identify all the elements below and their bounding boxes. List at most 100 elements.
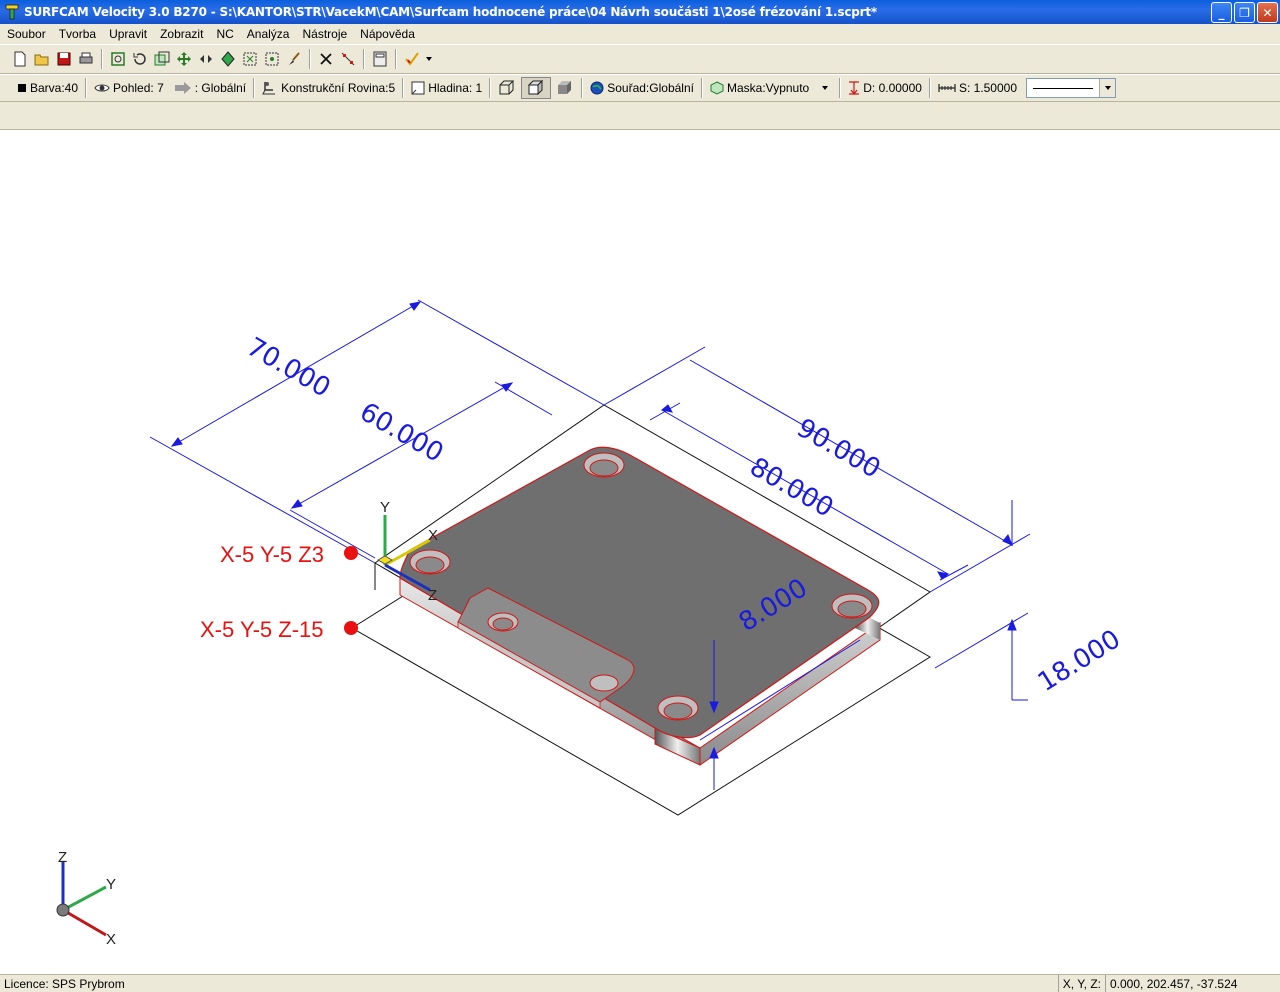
construction-plane-label: Konstrukční Rovina:5 <box>281 81 396 95</box>
cplane-selector[interactable]: : Globální <box>169 77 251 99</box>
construction-plane-selector[interactable]: Konstrukční Rovina:5 <box>257 77 400 99</box>
zoom-all-icon <box>111 52 125 66</box>
mask-selector[interactable]: Maska:Vypnuto <box>705 77 837 99</box>
surfcam-app-icon[interactable] <box>4 4 20 20</box>
line-style-dropdown[interactable] <box>1099 79 1116 97</box>
brush-icon <box>289 52 300 65</box>
zoom-out-button[interactable] <box>240 49 260 69</box>
cad-drawing[interactable]: 70.000 60.000 90.000 80.000 8.000 18.000… <box>0 130 1280 974</box>
zoom-all-button[interactable] <box>108 49 128 69</box>
dimension-18[interactable]: 18.000 <box>1033 624 1126 698</box>
standard-toolbar <box>0 44 1280 74</box>
printer-icon <box>79 52 93 64</box>
color-label: Barva:40 <box>30 81 79 95</box>
menu-create[interactable]: Tvorba <box>52 27 102 41</box>
point-marker-bottom[interactable] <box>344 621 358 635</box>
repaint-button[interactable] <box>284 49 304 69</box>
open-file-button[interactable] <box>32 49 52 69</box>
layer-selector[interactable]: Hladina: 1 <box>406 77 487 99</box>
calculator-icon <box>373 51 387 67</box>
rotate-view-button[interactable] <box>130 49 150 69</box>
fit-view-button[interactable] <box>262 49 282 69</box>
point-marker-top[interactable] <box>344 546 358 560</box>
new-file-button[interactable] <box>10 49 30 69</box>
part-axis-z-label: Z <box>428 587 437 604</box>
minimize-button[interactable]: _ <box>1211 2 1232 23</box>
fit-view-icon <box>265 52 279 66</box>
construction-plane-icon <box>262 82 276 95</box>
depth-field[interactable]: D: 0.00000 <box>843 77 927 99</box>
part-axis-y-label: Y <box>380 499 390 516</box>
status-toolbar: Barva:40 Pohled: 7 : Globální Konstrukčn… <box>0 74 1280 102</box>
menu-edit[interactable]: Upravit <box>102 27 153 41</box>
zoom-window-button[interactable] <box>152 49 172 69</box>
hidden-line-cube-icon <box>528 80 544 96</box>
color-swatch-icon <box>18 84 26 92</box>
dimension-70[interactable]: 70.000 <box>242 332 336 403</box>
arrow-right-icon <box>174 82 191 94</box>
hidden-line-mode-button[interactable] <box>521 77 552 99</box>
save-icon <box>57 52 71 66</box>
color-selector[interactable]: Barva:40 <box>12 77 83 99</box>
view-selector[interactable]: Pohled: 7 <box>89 77 169 99</box>
menu-help[interactable]: Nápověda <box>353 27 421 41</box>
graphics-viewport[interactable]: 70.000 60.000 90.000 80.000 8.000 18.000… <box>0 130 1280 974</box>
coordinates-selector[interactable]: Souřad:Globální <box>585 77 699 99</box>
chevron-down-icon <box>426 57 432 61</box>
trim-icon <box>341 52 355 66</box>
close-button[interactable]: ✕ <box>1257 2 1278 23</box>
verify-button[interactable] <box>402 49 422 69</box>
licence-text: Licence: SPS Prybrom <box>4 976 125 991</box>
restore-button[interactable]: ❐ <box>1234 2 1255 23</box>
menu-tools[interactable]: Nástroje <box>295 27 353 41</box>
rotate-icon <box>133 53 146 65</box>
line-style-select[interactable] <box>1026 78 1117 98</box>
coord-value: 0.000, 202.457, -37.524 <box>1105 974 1280 992</box>
shaded-mode-button[interactable] <box>551 77 579 99</box>
title-bar[interactable]: SURFCAM Velocity 3.0 B270 - S:\KANTOR\ST… <box>0 0 1280 24</box>
layer-icon <box>411 81 425 95</box>
dimension-90[interactable]: 90.000 <box>792 413 886 484</box>
zoom-previous-button[interactable] <box>196 49 216 69</box>
zoom-in-icon <box>221 51 235 67</box>
status-bar: Licence: SPS Prybrom X, Y, Z: 0.000, 202… <box>0 974 1280 992</box>
wireframe-mode-button[interactable] <box>493 77 521 99</box>
spacing-label: S: 1.50000 <box>958 81 1018 95</box>
menu-view[interactable]: Zobrazit <box>153 27 209 41</box>
coordinates-label: Souřad:Globální <box>607 81 694 95</box>
delete-button[interactable] <box>316 49 336 69</box>
world-axis-y-label: Y <box>106 876 116 893</box>
world-axis-triad: Z Y X <box>56 849 116 948</box>
surfcam-window: SURFCAM Velocity 3.0 B270 - S:\KANTOR\ST… <box>0 0 1280 992</box>
print-button[interactable] <box>76 49 96 69</box>
wireframe-cube-icon <box>499 80 515 95</box>
mask-label: Maska:Vypnuto <box>726 81 810 95</box>
line-style-preview <box>1033 88 1094 89</box>
zoom-previous-icon <box>200 55 212 63</box>
view-label: Pohled: 7 <box>113 81 164 95</box>
menu-nc[interactable]: NC <box>209 27 239 41</box>
part-axis-x-label: X <box>428 527 438 544</box>
zoom-in-button[interactable] <box>218 49 238 69</box>
shaded-cube-icon <box>558 81 572 94</box>
coord-label: X, Y, Z: <box>1057 974 1105 992</box>
toolbar-separator <box>253 78 256 98</box>
toolbar-separator <box>928 78 931 98</box>
mask-cube-icon <box>710 81 724 95</box>
toolbar-separator <box>101 49 103 69</box>
dimension-60[interactable]: 60.000 <box>355 397 449 468</box>
toolbar-separator <box>85 78 88 98</box>
delete-x-icon <box>320 53 332 65</box>
chevron-down-icon[interactable] <box>818 83 832 93</box>
calculator-button[interactable] <box>370 49 390 69</box>
verify-dropdown[interactable] <box>424 49 434 69</box>
menu-analysis[interactable]: Analýza <box>240 27 296 41</box>
spacing-field[interactable]: S: 1.50000 <box>933 77 1022 99</box>
save-button[interactable] <box>54 49 74 69</box>
toolbar-separator <box>363 49 365 69</box>
layer-label: Hladina: 1 <box>428 81 483 95</box>
trim-button[interactable] <box>338 49 358 69</box>
pan-button[interactable] <box>174 49 194 69</box>
toolbar-separator <box>839 78 842 98</box>
menu-file[interactable]: Soubor <box>0 27 52 41</box>
